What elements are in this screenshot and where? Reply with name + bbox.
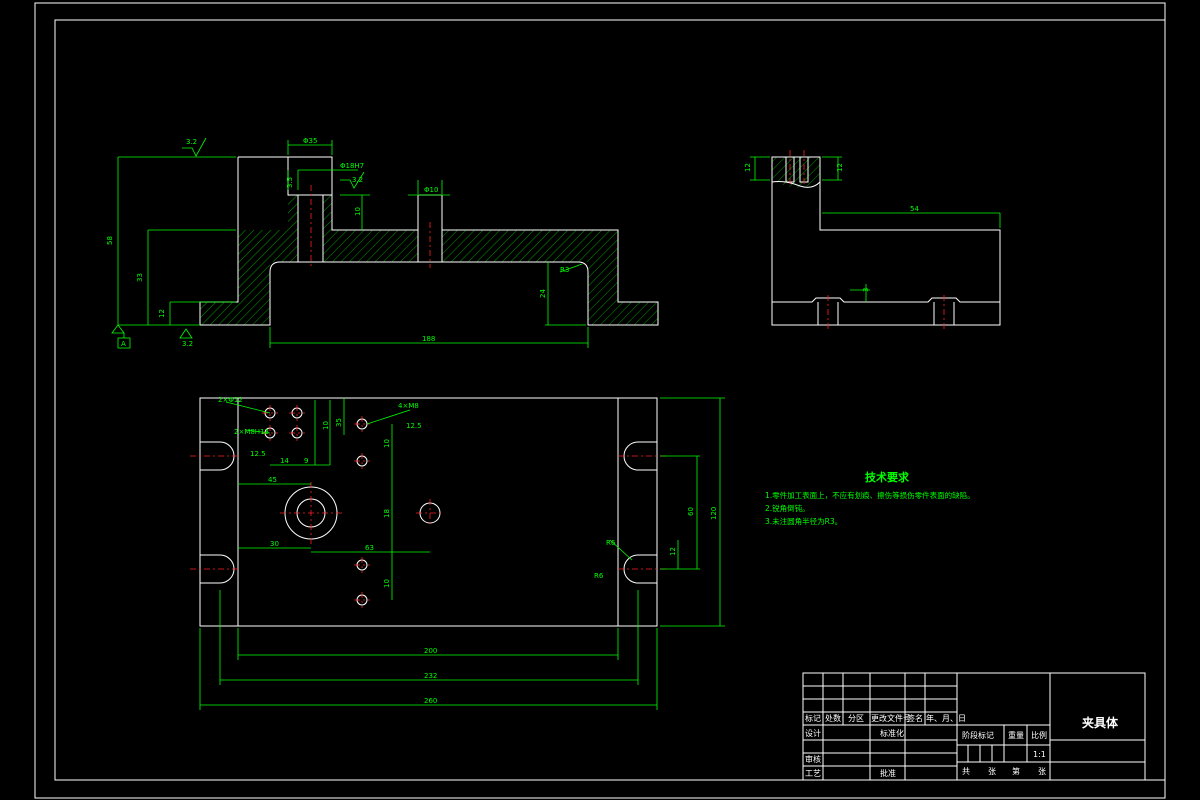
dim-60: 60 (687, 507, 695, 516)
side-view: 12 12 54 3 (744, 150, 1001, 330)
dim-length-bottom: 188 (422, 335, 435, 343)
note-holes-2: 2×M8H13 (234, 428, 269, 436)
roughness-top: 3.2 (186, 138, 197, 146)
dim-260: 260 (424, 697, 437, 705)
dim-depth-small: 10 (354, 207, 362, 216)
outer-frame (34, 2, 1166, 799)
side-dim-top-right: 12 (836, 163, 844, 172)
tb-stage-mark: 阶段标记 (962, 730, 994, 740)
req-title: 技术要求 (865, 470, 910, 484)
dim-r6b: R6 (594, 572, 604, 580)
tb-sign: 签名 (907, 713, 923, 723)
dim-10a: 10 (322, 421, 330, 430)
side-dim-top-left: 12 (744, 163, 752, 172)
req-item-1: 1.零件加工表面上，不应有划痕、擦伤等损伤零件表面的缺陷。 (765, 490, 975, 500)
tb-checker: 审核 (805, 754, 821, 764)
tb-mark: 标记 (805, 713, 821, 723)
dim-14: 14 (280, 457, 289, 465)
tb-scale: 比例 (1031, 730, 1047, 740)
cad-drawing: 58 33 12 Φ35 Φ18H7 3.5 10 Φ10 24 R3 188 … (34, 2, 1166, 799)
roughness-bottom: 3.2 (182, 340, 193, 348)
tb-sheet-unit-2: 张 (1038, 767, 1046, 776)
tb-date: 年、月、日 (926, 713, 966, 723)
tb-weight: 重量 (1008, 730, 1024, 740)
title-block: 标记 处数 分区 更改文件号 签名 年、月、日 设计 标准化 审核 工艺 批准 … (802, 672, 1146, 781)
roughness-label: 12.5 (250, 450, 266, 458)
small-holes (262, 405, 370, 608)
dim-depth-left: 3.5 (286, 177, 294, 188)
tb-sheet-number: 第 (1012, 766, 1020, 776)
dim-9: 9 (304, 457, 308, 465)
dim-10b: 10 (383, 439, 391, 448)
tb-change-doc: 更改文件号 (871, 713, 911, 723)
dim-35: 35 (335, 418, 343, 427)
tb-part-name: 夹具体 (1082, 715, 1119, 730)
front-section-view: 58 33 12 Φ35 Φ18H7 3.5 10 Φ10 24 R3 188 … (106, 137, 659, 349)
dim-63: 63 (365, 544, 374, 552)
note-holes-3: 4×M8 (398, 402, 419, 410)
label-hole: Φ18H7 (340, 162, 364, 170)
dim-depth-inner: 24 (539, 289, 547, 298)
datum-label: A (121, 340, 126, 348)
tb-designer: 设计 (805, 728, 821, 738)
plan-view: 200 232 260 120 60 12 45 30 63 14 9 10 3… (190, 396, 725, 710)
tb-count: 处数 (825, 713, 841, 723)
dim-45: 45 (268, 476, 277, 484)
dim-12: 12 (669, 547, 677, 556)
dim-30: 30 (270, 540, 279, 548)
technical-requirements: 技术要求 1.零件加工表面上，不应有划痕、擦伤等损伤零件表面的缺陷。 2.锐角倒… (765, 470, 975, 526)
dim-height-mid: 33 (136, 273, 144, 282)
roughness-2: 12.5 (406, 422, 422, 430)
dim-232: 232 (424, 672, 437, 680)
tb-standardization: 标准化 (880, 728, 904, 738)
roughness-mid: 3.2 (352, 176, 363, 184)
dim-120: 120 (710, 507, 718, 520)
tb-zone: 分区 (848, 714, 864, 723)
req-item-3: 3.未注圆角半径为R3。 (765, 516, 842, 526)
dim-height-low: 12 (158, 309, 166, 318)
side-dim-width: 54 (910, 205, 919, 213)
dim-radius: R3 (560, 266, 569, 274)
side-dim-small: 3 (862, 288, 870, 292)
req-item-2: 2.锐角倒钝。 (765, 503, 810, 513)
note-holes-1: 2×Φ12 (218, 396, 243, 404)
dim-18: 18 (383, 509, 391, 518)
dim-top-width: Φ35 (303, 137, 317, 145)
dim-200: 200 (424, 647, 437, 655)
tb-process: 工艺 (805, 769, 821, 778)
dim-r6: R6 (606, 539, 616, 547)
tb-scale-value: 1:1 (1033, 750, 1046, 759)
dim-10c: 10 (383, 579, 391, 588)
dim-small-right-dia: Φ10 (424, 186, 438, 194)
tb-sheet-total: 共 (962, 767, 970, 776)
tb-sheet-unit-1: 张 (988, 767, 996, 776)
dim-height-total: 58 (106, 236, 114, 245)
tb-approval: 批准 (880, 768, 896, 778)
